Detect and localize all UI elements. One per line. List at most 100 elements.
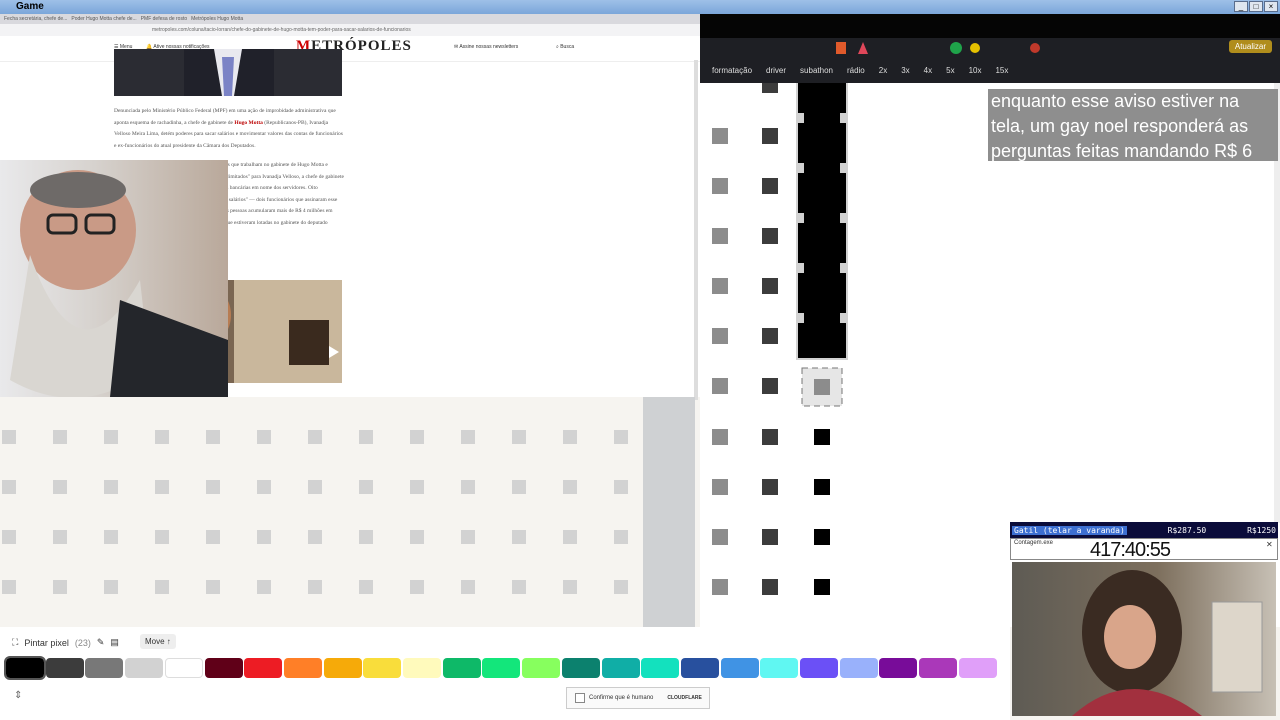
color-swatch[interactable] (760, 658, 799, 678)
cloudflare-logo: CLOUDFLARE (667, 695, 702, 701)
collapse-toggle-icon[interactable]: ⇕ (14, 690, 22, 701)
suit-person-image (184, 49, 274, 96)
color-swatch[interactable] (283, 658, 322, 678)
color-swatch[interactable] (720, 658, 759, 678)
paint-tool-selector[interactable]: ⛶ Pintar pixel (23) ✎ ▤ (12, 637, 119, 648)
canvas-pixel (155, 430, 169, 444)
color-swatch[interactable] (442, 658, 481, 678)
canvas-pixel (563, 530, 577, 544)
color-swatch[interactable] (45, 658, 84, 678)
browser-tab[interactable]: Metrópoles Hugo Motta (191, 14, 243, 24)
canvas-pixel (461, 530, 475, 544)
bookmark-item[interactable]: 15x (995, 66, 1008, 75)
canvas-pixel (359, 530, 373, 544)
color-swatch[interactable] (4, 656, 46, 680)
canvas-pixel (155, 530, 169, 544)
hugo-motta-link[interactable]: Hugo Motta (234, 120, 263, 126)
color-swatch[interactable] (164, 658, 203, 678)
bookmark-item[interactable]: 4x (924, 66, 932, 75)
canvas-pixel (410, 430, 424, 444)
color-swatch[interactable] (601, 658, 640, 678)
canvas-pixel (512, 530, 526, 544)
close-button[interactable]: × (1264, 1, 1278, 12)
browser-tab[interactable]: PMF defesa de rosto (141, 14, 187, 24)
canvas-pixel (104, 530, 118, 544)
address-bar[interactable]: metropoles.com/coluna/tacio-lorran/chefe… (0, 24, 700, 36)
webcam-cohost (1012, 562, 1276, 716)
search-button[interactable]: ⌕ Busca (556, 44, 574, 50)
canvas-pixel (410, 580, 424, 594)
stream-overlay-notice: enquanto esse aviso estiver na tela, um … (988, 89, 1278, 161)
pencil-icon[interactable]: ✎ (97, 637, 105, 648)
browser-tab-strip: Fecha secretária, chefe de... Poder Hugo… (0, 14, 700, 24)
pixel-count: (23) (74, 637, 91, 648)
canvas-pixel (359, 580, 373, 594)
pixel-grid-bottom[interactable] (0, 397, 643, 627)
donation-goal: R$1250 (1247, 525, 1276, 535)
bookmark-item[interactable]: rádio (847, 66, 865, 75)
canvas-region-gray[interactable] (643, 397, 695, 627)
bookmark-item[interactable]: driver (766, 66, 786, 75)
subathon-timer: 417:40:55 (1090, 539, 1171, 561)
color-swatch[interactable] (919, 658, 958, 678)
update-button[interactable]: Atualizar (1228, 40, 1272, 53)
move-button[interactable]: Move ↑ (140, 634, 176, 649)
canvas-pixel (206, 480, 220, 494)
captcha-checkbox[interactable] (575, 693, 585, 703)
tool-label: Pintar pixel (24, 637, 69, 648)
canvas-pixel (257, 580, 271, 594)
woman-webcam-image (1072, 570, 1263, 716)
right-browser-toolbar (700, 38, 1280, 58)
color-swatch[interactable] (204, 658, 243, 678)
eraser-icon[interactable]: ▤ (110, 637, 119, 648)
browser-tab[interactable]: Fecha secretária, chefe de... (4, 14, 67, 24)
color-swatch[interactable] (363, 658, 402, 678)
color-swatch[interactable] (482, 658, 521, 678)
canvas-pixel (308, 480, 322, 494)
color-swatch[interactable] (561, 658, 600, 678)
canvas-pixel (512, 480, 526, 494)
browser-tab[interactable]: Poder Hugo Motta chefe de... (71, 14, 136, 24)
bookmark-item[interactable]: 10x (969, 66, 982, 75)
canvas-pixel (2, 580, 16, 594)
color-swatch[interactable] (85, 658, 124, 678)
canvas-pixel (563, 580, 577, 594)
color-swatch[interactable] (403, 658, 441, 678)
close-icon[interactable]: ✕ (1266, 540, 1273, 549)
color-swatch[interactable] (680, 658, 719, 678)
site-header: ☰ Menu 🔔 Ative nossas notificações METRÓ… (0, 36, 700, 62)
bookmark-item[interactable]: 2x (879, 66, 887, 75)
minimize-button[interactable]: _ (1234, 1, 1248, 12)
maximize-button[interactable]: □ (1249, 1, 1263, 12)
canvas-pixel (53, 530, 67, 544)
canvas-pixel (461, 430, 475, 444)
bookmark-item[interactable]: subathon (800, 66, 833, 75)
color-swatch[interactable] (323, 658, 362, 678)
canvas-pixel (614, 480, 628, 494)
left-scrollbar[interactable] (694, 60, 698, 400)
canvas-pixel (461, 480, 475, 494)
canvas-pixel (104, 430, 118, 444)
color-swatch[interactable] (522, 658, 561, 678)
color-swatch[interactable] (800, 658, 838, 678)
canvas-pixel (53, 480, 67, 494)
bookmarks-bar: formatação driver subathon rádio 2x 3x 4… (700, 58, 1280, 83)
webcam-streamer (0, 160, 228, 397)
color-swatch[interactable] (958, 658, 997, 678)
donation-goal-bar: Gatil (telar a varanda) R$287.50 R$1250 (1010, 522, 1278, 538)
color-swatch[interactable] (879, 658, 918, 678)
canvas-pixel (2, 430, 16, 444)
color-swatch[interactable] (244, 658, 283, 678)
color-swatch[interactable] (641, 658, 680, 678)
bookmark-item[interactable]: 3x (901, 66, 909, 75)
color-swatch[interactable] (125, 658, 164, 678)
extension-icons (836, 42, 1040, 54)
bookmark-item[interactable]: 5x (946, 66, 954, 75)
expand-icon[interactable]: ⛶ (12, 637, 18, 648)
cloudflare-captcha[interactable]: Confirme que é humano CLOUDFLARE (566, 687, 710, 709)
color-swatch[interactable] (839, 658, 878, 678)
bookmark-item[interactable]: formatação (712, 66, 752, 75)
pixel-canvas-bottom[interactable] (0, 397, 643, 627)
article-paragraph: Denunciada pelo Ministério Público Feder… (114, 108, 343, 149)
newsletter-link[interactable]: ✉ Assine nossas newsletters (454, 44, 518, 50)
